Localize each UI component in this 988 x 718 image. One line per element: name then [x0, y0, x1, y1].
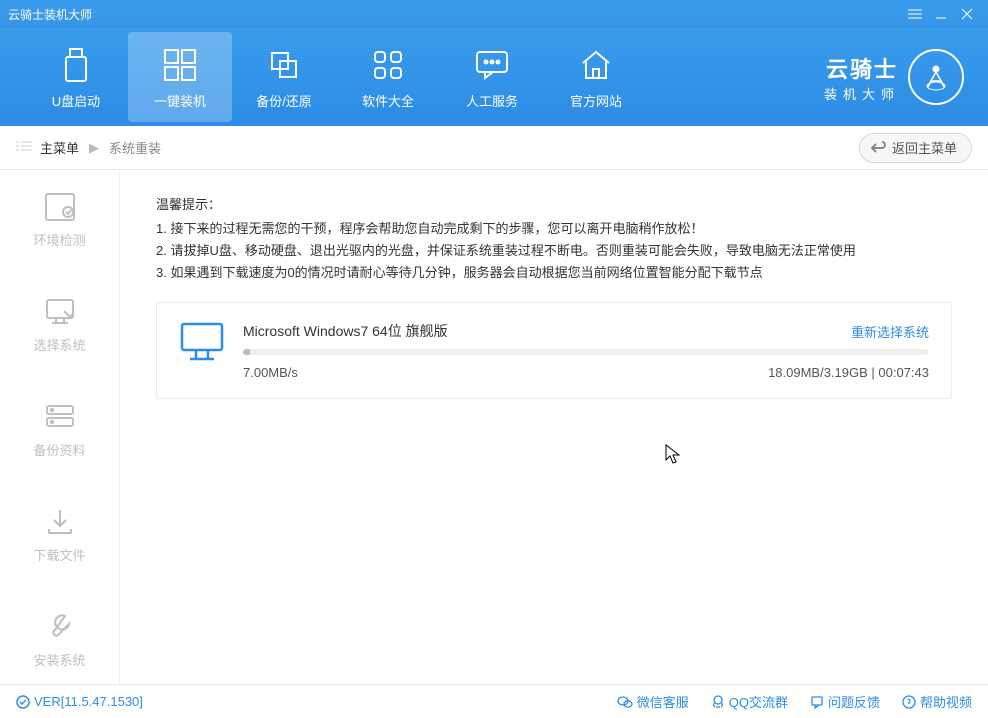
breadcrumb-main[interactable]: 主菜单 — [40, 138, 79, 157]
minimize-button[interactable] — [928, 4, 954, 24]
footer-wechat-support[interactable]: 微信客服 — [617, 692, 689, 711]
list-icon — [16, 140, 32, 155]
home-icon — [579, 45, 613, 85]
footer-qq-group[interactable]: QQ交流群 — [711, 692, 788, 711]
window-title: 云骑士装机大师 — [8, 6, 902, 23]
breadcrumb-sub: 系统重装 — [109, 138, 161, 157]
tips-title: 温馨提示： — [156, 194, 952, 216]
step-install[interactable]: 安装系统 — [0, 610, 119, 669]
body: 环境检测 选择系统 备份资料 下载文件 安装系统 温馨提示： 1. 接下来的过程… — [0, 170, 988, 684]
tips: 温馨提示： 1. 接下来的过程无需您的干预，程序会帮助您自动完成剩下的步骤，您可… — [156, 194, 952, 284]
nav-software[interactable]: 软件大全 — [336, 32, 440, 122]
footer: VER[11.5.47.1530] 微信客服 QQ交流群 问题反馈 帮助视频 — [0, 684, 988, 718]
select-system-icon — [44, 295, 76, 329]
brand: 云骑士 装机大师 — [824, 49, 964, 105]
tip-line-2: 2. 请拔掉U盘、移动硬盘、退出光驱内的光盘，并保证系统重装过程不断电。否则重装… — [156, 240, 952, 262]
install-icon — [45, 610, 75, 644]
progress-bar — [243, 349, 929, 355]
brand-line2: 装机大师 — [824, 84, 900, 103]
tip-line-1: 1. 接下来的过程无需您的干预，程序会帮助您自动完成剩下的步骤，您可以离开电脑稍… — [156, 218, 952, 240]
breadcrumb: 主菜单 ▶ 系统重装 — [16, 138, 161, 157]
step-select-system[interactable]: 选择系统 — [0, 295, 119, 354]
breadcrumb-row: 主菜单 ▶ 系统重装 返回主菜单 — [0, 126, 988, 170]
step-env-check[interactable]: 环境检测 — [0, 190, 119, 249]
top-nav: U盘启动 一键装机 备份/还原 软件大全 人工服务 官方网站 云骑士 装机大师 — [0, 28, 988, 126]
step-backup[interactable]: 备份资料 — [0, 400, 119, 459]
footer-feedback[interactable]: 问题反馈 — [810, 692, 880, 711]
download-speed: 7.00MB/s — [243, 365, 298, 380]
env-check-icon — [44, 190, 76, 224]
usb-icon — [62, 45, 90, 85]
brand-seal-icon — [908, 49, 964, 105]
titlebar: 云骑士装机大师 — [0, 0, 988, 28]
back-to-main-button[interactable]: 返回主菜单 — [859, 133, 972, 163]
sidebar-steps: 环境检测 选择系统 备份资料 下载文件 安装系统 — [0, 170, 120, 684]
apps-icon — [372, 45, 404, 85]
download-status: 18.09MB/3.19GB | 00:07:43 — [768, 365, 929, 380]
nav-usb-boot[interactable]: U盘启动 — [24, 32, 128, 122]
download-icon — [45, 505, 75, 539]
download-card: Microsoft Windows7 64位 旗舰版 重新选择系统 7.00MB… — [156, 302, 952, 399]
windows-icon — [163, 45, 197, 85]
brand-line1: 云骑士 — [826, 52, 898, 84]
step-download[interactable]: 下载文件 — [0, 505, 119, 564]
main-content: 温馨提示： 1. 接下来的过程无需您的干预，程序会帮助您自动完成剩下的步骤，您可… — [120, 170, 988, 684]
chevron-right-icon: ▶ — [89, 140, 99, 156]
monitor-icon — [179, 321, 225, 363]
copy-icon — [268, 45, 300, 85]
menu-button[interactable] — [902, 4, 928, 24]
nav-support[interactable]: 人工服务 — [440, 32, 544, 122]
tip-line-3: 3. 如果遇到下载速度为0的情况时请耐心等待几分钟，服务器会自动根据您当前网络位… — [156, 262, 952, 284]
nav-website[interactable]: 官方网站 — [544, 32, 648, 122]
nav-backup-restore[interactable]: 备份/还原 — [232, 32, 336, 122]
reselect-system-link[interactable]: 重新选择系统 — [851, 322, 929, 341]
chat-icon — [475, 45, 509, 85]
version-label[interactable]: VER[11.5.47.1530] — [16, 694, 143, 709]
download-name: Microsoft Windows7 64位 旗舰版 — [243, 321, 448, 341]
footer-help-video[interactable]: 帮助视频 — [902, 692, 972, 711]
close-button[interactable] — [954, 4, 980, 24]
backup-icon — [44, 400, 76, 434]
nav-one-click-install[interactable]: 一键装机 — [128, 32, 232, 122]
